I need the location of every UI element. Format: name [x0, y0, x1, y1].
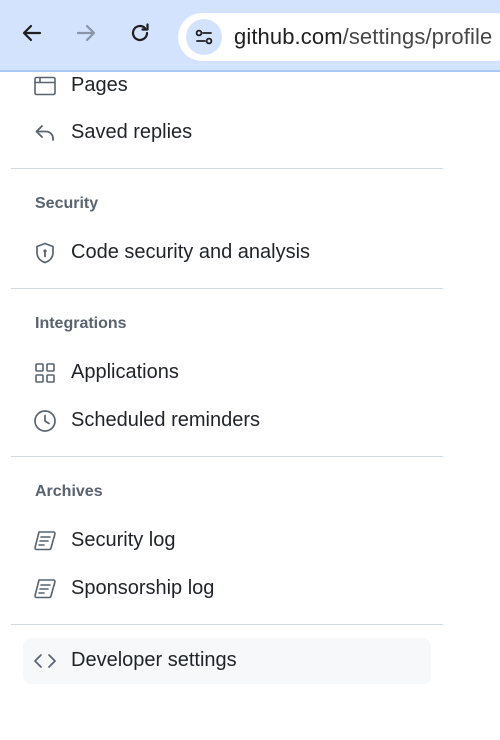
nav-item-label: Developer settings [71, 649, 237, 671]
reload-icon [131, 23, 149, 42]
arrow-left-icon [22, 24, 42, 42]
nav-item-scheduled-reminders[interactable]: Scheduled reminders [23, 398, 431, 444]
tune-icon [195, 29, 213, 45]
shield-icon [36, 242, 54, 264]
nav-item-label: Scheduled reminders [71, 409, 260, 431]
browser-icon [34, 76, 56, 96]
nav-item-label: Applications [71, 361, 179, 383]
url-domain: github.com [234, 24, 343, 49]
forward-button[interactable] [69, 16, 103, 50]
section-heading-integrations: Integrations [35, 315, 127, 332]
reload-button[interactable] [123, 16, 157, 50]
nav-item-pages[interactable]: Pages [23, 63, 431, 109]
nav-item-label: Sponsorship log [71, 577, 215, 599]
apps-icon [35, 363, 55, 383]
log-icon [34, 531, 56, 551]
url-text: github.com/settings/profile [234, 24, 492, 50]
code-icon [34, 654, 56, 668]
nav-item-applications[interactable]: Applications [23, 350, 431, 396]
divider [11, 624, 443, 625]
arrow-right-icon [76, 24, 96, 42]
divider [11, 168, 443, 169]
nav-item-code-security[interactable]: Code security and analysis [23, 230, 431, 276]
divider [11, 456, 443, 457]
nav-item-security-log[interactable]: Security log [23, 518, 431, 564]
url-path: /settings/profile [342, 24, 493, 49]
section-heading-security: Security [35, 195, 99, 212]
nav-item-sponsorship-log[interactable]: Sponsorship log [23, 566, 431, 612]
back-button[interactable] [15, 16, 49, 50]
browser-toolbar: github.com/settings/profile [0, 0, 500, 72]
nav-item-label: Pages [71, 74, 128, 96]
section-heading-archives: Archives [35, 483, 103, 500]
address-bar[interactable]: github.com/settings/profile [178, 13, 500, 61]
clock-icon [34, 410, 56, 432]
nav-item-developer-settings[interactable]: Developer settings [23, 638, 431, 684]
site-info-button[interactable] [186, 19, 222, 55]
nav-item-saved-replies[interactable]: Saved replies [23, 110, 431, 156]
divider [11, 288, 443, 289]
nav-item-label: Saved replies [71, 121, 193, 143]
log-icon [34, 579, 56, 599]
reply-icon [35, 125, 54, 141]
nav-item-label: Code security and analysis [71, 241, 311, 263]
nav-item-label: Security log [71, 529, 176, 551]
